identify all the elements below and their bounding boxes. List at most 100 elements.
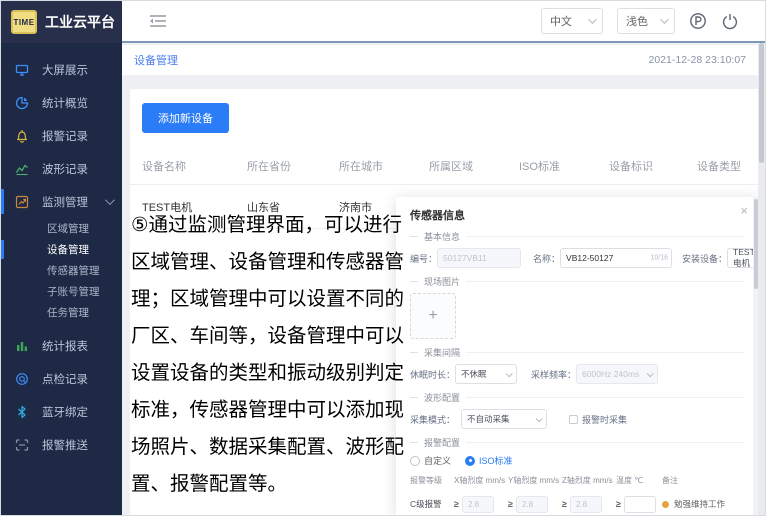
theme-select[interactable]: 浅色 — [617, 8, 675, 34]
warning-dot-icon — [662, 501, 669, 508]
sidebar: TIME 工业云平台 大屏展示 统计概览 报警记录 — [1, 1, 122, 515]
section-title: 现场图片 — [424, 275, 460, 288]
logo-area: TIME 工业云平台 — [1, 1, 122, 43]
bar-chart-icon — [14, 338, 30, 354]
cell-alarm-level: C级报警 — [410, 498, 454, 510]
sampling-freq-select: 6000Hz 240ms — [576, 364, 658, 384]
sidebar-item-alarm-push[interactable]: 报警推送 — [1, 428, 122, 461]
sidebar-item-waveform-records[interactable]: 波形记录 — [1, 152, 122, 185]
sidebar-item-monitoring-management[interactable]: 监测管理 — [1, 185, 122, 218]
col-type: 设备类型 — [697, 158, 766, 174]
chevron-down-icon — [588, 15, 596, 23]
install-device-label: 安装设备： — [682, 252, 727, 265]
sidebar-menu: 大屏展示 统计概览 报警记录 波形记录 — [1, 43, 122, 461]
col-device-name: 设备名称 — [142, 158, 247, 174]
collapse-sidebar-icon[interactable] — [148, 13, 168, 29]
app-window: TIME 工业云平台 大屏展示 统计概览 报警记录 — [0, 0, 766, 516]
sidebar-subitem-area-management[interactable]: 区域管理 — [1, 218, 122, 239]
alarm-icon — [14, 128, 30, 144]
collect-on-alarm-label: 报警时采集 — [582, 413, 627, 426]
sidebar-subitem-device-management[interactable]: 设备管理 — [1, 239, 122, 260]
col-iso: ISO标准 — [519, 158, 609, 174]
sidebar-subitem-sensor-management[interactable]: 传感器管理 — [1, 260, 122, 281]
section-basic-info: 基本信息 — [410, 230, 744, 243]
sidebar-item-label: 蓝牙绑定 — [42, 404, 88, 420]
sidebar-item-label: 监测管理 — [42, 194, 88, 210]
section-site-photos: 现场图片 — [410, 275, 744, 288]
table-row: C级报警 ≥ ≥ ≥ ≥ 勉强维持工作 — [410, 489, 744, 516]
section-alarm-config: 报警配置 — [410, 436, 744, 449]
sidebar-subitem-label: 区域管理 — [47, 221, 89, 236]
chevron-down-icon — [105, 195, 115, 205]
sidebar-item-alarm-records[interactable]: 报警记录 — [1, 119, 122, 152]
sleep-duration-select[interactable]: 不休眠 — [455, 364, 517, 384]
sidebar-item-big-screen[interactable]: 大屏展示 — [1, 53, 122, 86]
iso-standard-radio-label: ISO标准 — [479, 454, 513, 467]
sidebar-item-inspection-records[interactable]: 点检记录 — [1, 362, 122, 395]
col-province: 所在省份 — [247, 158, 339, 174]
char-counter: 10/16 — [651, 255, 669, 262]
alarm-table-header: 报警等级 X轴烈度 mm/s Y轴烈度 mm/s Z轴烈度 mm/s 温度 ℃ … — [410, 471, 744, 489]
add-device-button[interactable]: 添加新设备 — [142, 103, 229, 133]
iso-standard-radio[interactable] — [465, 456, 475, 466]
sensor-number-input — [437, 248, 521, 268]
z-threshold-input — [570, 496, 602, 513]
collect-mode-select[interactable]: 不自动采集 — [461, 409, 547, 429]
sidebar-item-label: 大屏展示 — [42, 62, 88, 78]
photo-upload-button[interactable]: + — [410, 293, 456, 339]
page-scrollbar[interactable] — [758, 43, 765, 515]
close-icon[interactable]: × — [740, 203, 748, 218]
collect-mode-label: 采集模式： — [410, 413, 455, 426]
sleep-duration-value: 不休眠 — [461, 368, 487, 380]
sidebar-item-label: 报警记录 — [42, 128, 88, 144]
device-table-header: 设备名称 所在省份 所在城市 所属区域 ISO标准 设备标识 设备类型 — [130, 147, 764, 185]
pie-chart-icon — [14, 95, 30, 111]
col-z-axis: Z轴烈度 mm/s — [562, 475, 616, 486]
sidebar-item-stats-overview[interactable]: 统计概览 — [1, 86, 122, 119]
col-identifier: 设备标识 — [609, 158, 697, 174]
sidebar-subitem-label: 子账号管理 — [47, 284, 100, 299]
gte-symbol: ≥ — [562, 499, 567, 509]
basic-info-row: 编号： 名称： 10/16 安装设备： TEST电机 — [410, 248, 744, 268]
sidebar-item-label: 统计报表 — [42, 338, 88, 354]
topbar: 中文 浅色 — [122, 1, 765, 43]
current-timestamp: 2021-12-28 23:10:07 — [649, 54, 747, 66]
number-label: 编号： — [410, 252, 437, 265]
chevron-down-icon — [660, 15, 668, 23]
modal-scrollbar-thumb[interactable] — [754, 199, 758, 289]
y-threshold-input — [516, 496, 548, 513]
annotation-text: ⑤通过监测管理界面，可以进行区域管理、设备管理和传感器管理；区域管理中可以设置不… — [131, 207, 405, 503]
language-select[interactable]: 中文 — [541, 8, 603, 34]
remark-text: 勉强维持工作 — [674, 498, 725, 510]
sidebar-subitem-label: 传感器管理 — [47, 263, 100, 278]
monitoring-icon — [14, 194, 30, 210]
circled-p-icon[interactable] — [689, 12, 707, 30]
alarm-threshold-table: 报警等级 X轴烈度 mm/s Y轴烈度 mm/s Z轴烈度 mm/s 温度 ℃ … — [410, 471, 744, 516]
sidebar-item-stats-report[interactable]: 统计报表 — [1, 329, 122, 362]
waveform-row: 采集模式： 不自动采集 报警时采集 — [410, 409, 744, 429]
sidebar-item-label: 报警推送 — [42, 437, 88, 453]
collect-on-alarm-checkbox[interactable] — [569, 415, 578, 424]
breadcrumb[interactable]: 设备管理 — [134, 52, 178, 68]
monitor-icon — [14, 62, 30, 78]
wave-chart-icon — [14, 161, 30, 177]
sidebar-subitem-task-management[interactable]: 任务管理 — [1, 302, 122, 323]
page-scrollbar-thumb[interactable] — [759, 43, 764, 163]
sidebar-item-label: 波形记录 — [42, 161, 88, 177]
custom-radio[interactable] — [410, 456, 420, 466]
section-collection-interval: 采集间隔 — [410, 346, 744, 359]
power-icon[interactable] — [721, 12, 739, 30]
sidebar-subitem-subaccount-management[interactable]: 子账号管理 — [1, 281, 122, 302]
x-threshold-input — [462, 496, 494, 513]
section-title: 基本信息 — [424, 230, 460, 243]
section-title: 报警配置 — [424, 436, 460, 449]
section-title: 波形配置 — [424, 391, 460, 404]
gte-symbol: ≥ — [616, 499, 621, 509]
gte-symbol: ≥ — [508, 499, 513, 509]
sidebar-item-label: 点检记录 — [42, 371, 88, 387]
temp-threshold-input[interactable] — [624, 496, 656, 513]
sampling-freq-value: 6000Hz 240ms — [582, 369, 639, 379]
sidebar-subitem-label: 任务管理 — [47, 305, 89, 320]
sidebar-item-bluetooth-binding[interactable]: 蓝牙绑定 — [1, 395, 122, 428]
app-title: 工业云平台 — [45, 12, 115, 32]
